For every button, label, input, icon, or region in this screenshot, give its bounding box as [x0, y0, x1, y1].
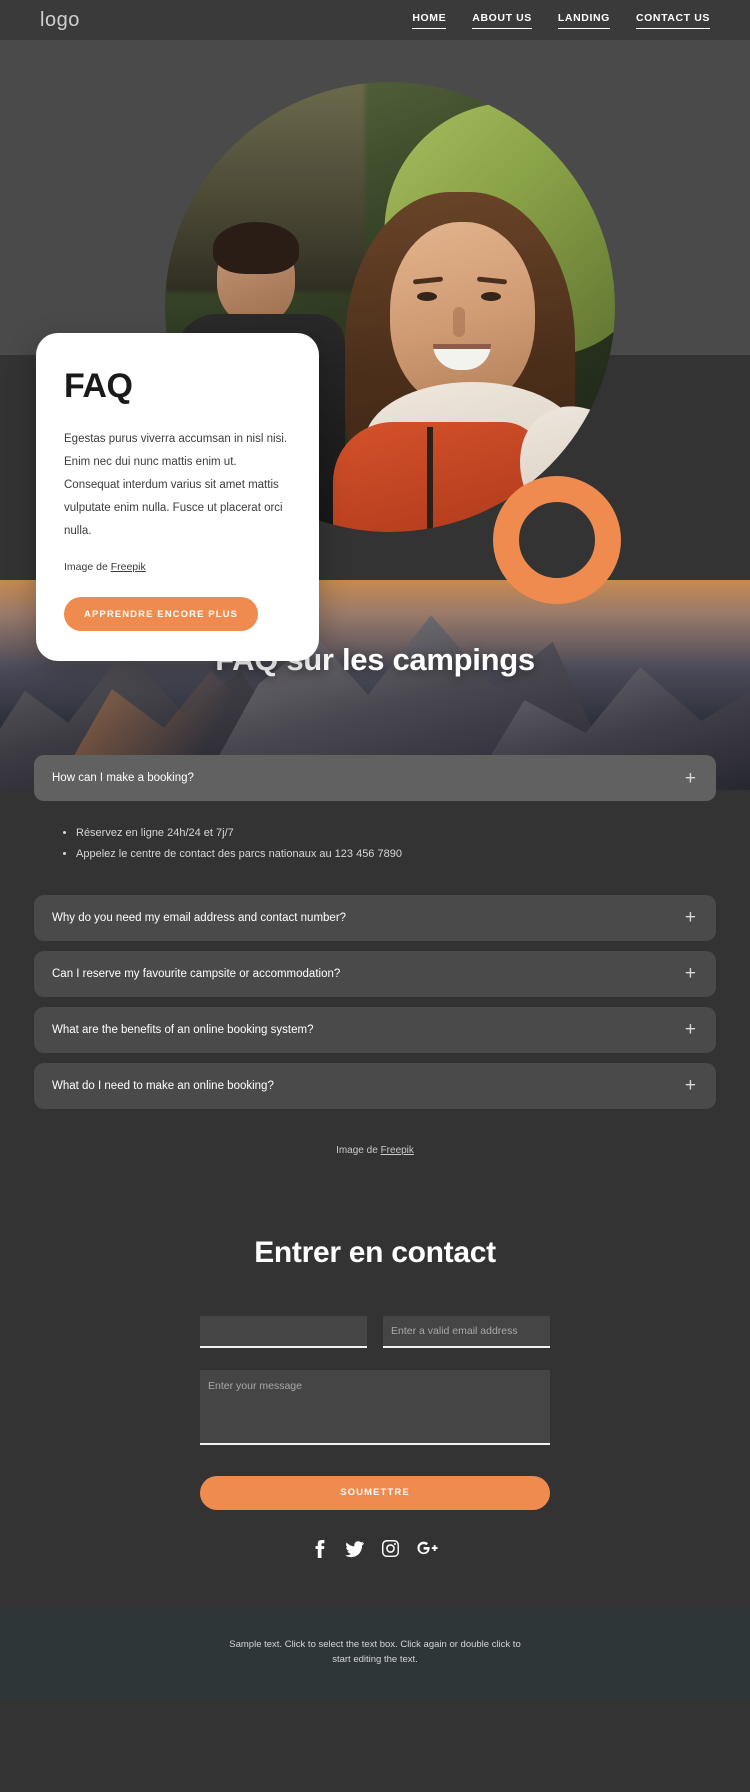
twitter-icon[interactable]	[345, 1540, 364, 1563]
accordion-collapsed-group: Why do you need my email address and con…	[34, 894, 716, 1109]
plus-icon[interactable]: +	[685, 908, 696, 927]
social-links	[0, 1539, 750, 1563]
faq-image-credit: Image de Freepik	[0, 1145, 750, 1156]
facebook-icon[interactable]	[312, 1539, 327, 1563]
plus-icon[interactable]: +	[685, 1020, 696, 1039]
faq-credit-prefix: Image de	[336, 1144, 381, 1156]
email-field[interactable]	[383, 1315, 550, 1348]
page-root: logo HOME ABOUT US LANDING CONTACT US FA…	[0, 0, 750, 1792]
site-footer: Sample text. Click to select the text bo…	[0, 1606, 750, 1702]
nav-item-home[interactable]: HOME	[412, 12, 447, 29]
hero-credit-link[interactable]: Freepik	[111, 561, 146, 573]
photo-nose	[453, 307, 465, 337]
hero-section: FAQ Egestas purus viverra accumsan in ni…	[0, 40, 750, 661]
accordion-item-email-contact[interactable]: Why do you need my email address and con…	[34, 894, 716, 941]
plus-icon[interactable]: +	[685, 1076, 696, 1095]
plus-icon[interactable]: +	[685, 769, 696, 788]
accordion-item-booking[interactable]: How can I make a booking? +	[34, 755, 716, 801]
contact-form: SOUMETTRE	[200, 1315, 550, 1510]
accordion-item-reserve-campsite[interactable]: Can I reserve my favourite campsite or a…	[34, 950, 716, 997]
accordion-question: What are the benefits of an online booki…	[52, 1023, 314, 1036]
plus-icon[interactable]: +	[685, 964, 696, 983]
google-plus-icon[interactable]	[417, 1540, 438, 1562]
message-field[interactable]	[200, 1369, 550, 1445]
photo-vest-zip	[427, 427, 433, 532]
accordion-item-online-booking-needs[interactable]: What do I need to make an online booking…	[34, 1062, 716, 1109]
list-item: Appelez le centre de contact des parcs n…	[76, 844, 698, 865]
accordion-question: Can I reserve my favourite campsite or a…	[52, 967, 341, 980]
faq-card-title: FAQ	[64, 367, 133, 405]
learn-more-button[interactable]: APPRENDRE ENCORE PLUS	[64, 597, 258, 631]
contact-form-row	[200, 1315, 550, 1348]
faq-card-body: Egestas purus viverra accumsan in nisl n…	[64, 433, 288, 537]
name-field[interactable]	[200, 1315, 367, 1348]
photo-man-hair	[213, 222, 299, 274]
nav-item-landing[interactable]: LANDING	[557, 12, 610, 29]
contact-title: Entrer en contact	[254, 1235, 496, 1269]
accordion-question: Why do you need my email address and con…	[52, 911, 347, 924]
orange-ring-decoration	[493, 476, 621, 604]
accordion-item-benefits[interactable]: What are the benefits of an online booki…	[34, 1006, 716, 1053]
hero-credit-prefix: Image de	[64, 561, 111, 573]
contact-section: Entrer en contact SOUMETTRE	[0, 1166, 750, 1563]
site-header: logo HOME ABOUT US LANDING CONTACT US	[0, 0, 750, 40]
footer-text: Sample text. Click to select the text bo…	[229, 1638, 521, 1665]
main-navigation: HOME ABOUT US LANDING CONTACT US	[412, 12, 710, 29]
faq-intro-card: FAQ Egestas purus viverra accumsan in ni…	[36, 333, 319, 661]
accordion-question: What do I need to make an online booking…	[52, 1079, 274, 1092]
faq-credit-link[interactable]: Freepik	[381, 1145, 414, 1156]
photo-eye-right	[481, 292, 501, 301]
photo-eye-left	[417, 292, 437, 301]
instagram-icon[interactable]	[382, 1540, 399, 1562]
nav-item-about-us[interactable]: ABOUT US	[472, 12, 532, 29]
nav-item-contact-us[interactable]: CONTACT US	[635, 12, 710, 29]
accordion-answer-list: Réservez en ligne 24h/24 et 7j/7 Appelez…	[34, 805, 716, 869]
accordion-question: How can I make a booking?	[52, 772, 194, 784]
list-item: Réservez en ligne 24h/24 et 7j/7	[76, 823, 698, 844]
faq-section: FAQ sur les campings How can I make a bo…	[0, 580, 750, 1166]
faq-accordion: How can I make a booking? + Réservez en …	[0, 755, 750, 1109]
hero-image-credit: Image de Freepik	[64, 561, 291, 573]
submit-button[interactable]: SOUMETTRE	[200, 1475, 550, 1510]
site-logo[interactable]: logo	[40, 10, 80, 30]
